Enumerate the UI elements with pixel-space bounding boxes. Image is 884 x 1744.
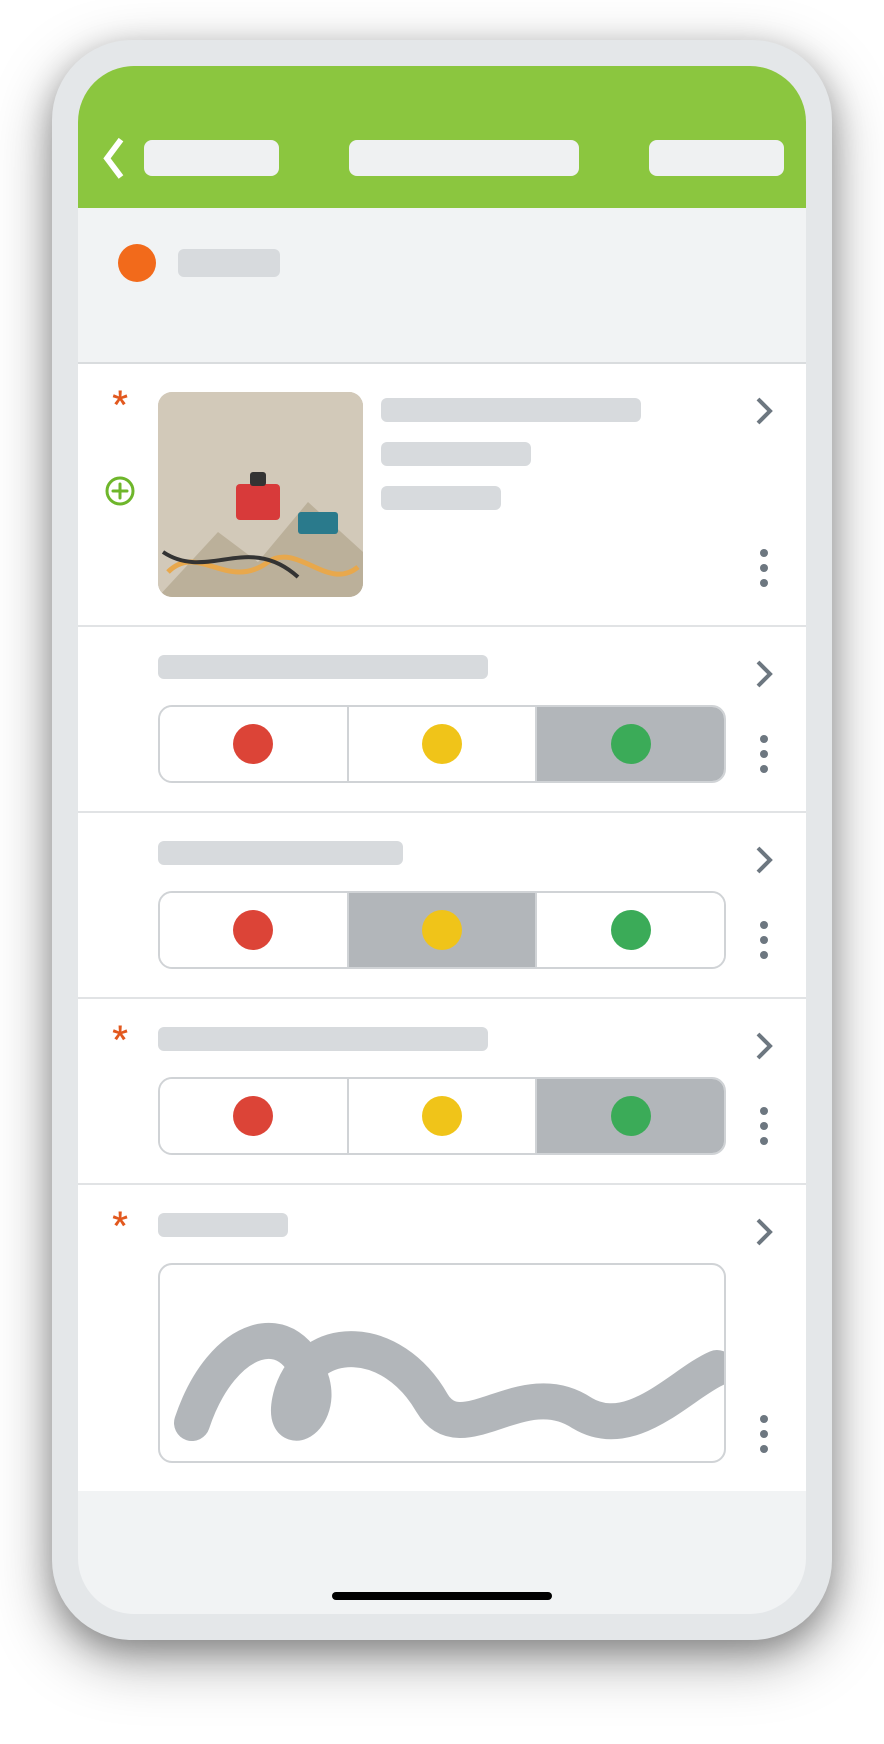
- yellow-dot-icon: [422, 910, 462, 950]
- more-actions-button[interactable]: [760, 921, 768, 959]
- question-label: [158, 655, 488, 679]
- red-dot-icon: [233, 1096, 273, 1136]
- chevron-right-icon: [755, 845, 773, 875]
- form-item-traffic: *: [78, 999, 806, 1185]
- app-header: [78, 66, 806, 208]
- chevron-right-icon: [755, 659, 773, 689]
- traffic-light-selector: [158, 891, 726, 969]
- kebab-dot-icon: [760, 921, 768, 929]
- yellow-dot-icon: [422, 1096, 462, 1136]
- item-gutter: *: [100, 392, 140, 506]
- item-side-actions: [744, 655, 784, 783]
- more-actions-button[interactable]: [760, 549, 768, 587]
- option-green[interactable]: [537, 707, 724, 781]
- chevron-right-icon: [755, 1217, 773, 1247]
- item-side-actions: [744, 392, 784, 597]
- kebab-dot-icon: [760, 951, 768, 959]
- form-item-traffic: [78, 813, 806, 999]
- more-actions-button[interactable]: [760, 735, 768, 773]
- green-dot-icon: [611, 724, 651, 764]
- green-dot-icon: [611, 910, 651, 950]
- kebab-dot-icon: [760, 936, 768, 944]
- item-side-actions: [744, 1027, 784, 1155]
- chevron-left-icon: [100, 135, 128, 182]
- kebab-dot-icon: [760, 765, 768, 773]
- item-gutter: [100, 841, 140, 969]
- signature-label: [158, 1213, 288, 1237]
- red-dot-icon: [233, 724, 273, 764]
- item-gutter: [100, 655, 140, 783]
- chevron-right-icon: [755, 1031, 773, 1061]
- header-left-label[interactable]: [144, 140, 279, 176]
- yellow-dot-icon: [422, 724, 462, 764]
- option-red[interactable]: [160, 707, 349, 781]
- option-yellow[interactable]: [349, 1079, 538, 1153]
- kebab-dot-icon: [760, 549, 768, 557]
- chevron-right-icon: [755, 396, 773, 426]
- expand-button[interactable]: [755, 1217, 773, 1251]
- green-dot-icon: [611, 1096, 651, 1136]
- status-indicator-icon: [118, 244, 156, 282]
- photo-placeholder-icon: [158, 392, 363, 597]
- item-subtitle: [381, 442, 531, 466]
- signature-stroke-icon: [160, 1273, 724, 1453]
- phone-frame: *: [52, 40, 832, 1640]
- expand-button[interactable]: [755, 396, 773, 430]
- item-detail: [381, 486, 501, 510]
- traffic-light-selector: [158, 705, 726, 783]
- kebab-dot-icon: [760, 735, 768, 743]
- expand-button[interactable]: [755, 659, 773, 693]
- form-item-signature: *: [78, 1185, 806, 1491]
- signature-pad[interactable]: [158, 1263, 726, 1463]
- option-yellow[interactable]: [349, 893, 538, 967]
- item-title: [381, 398, 641, 422]
- option-yellow[interactable]: [349, 707, 538, 781]
- option-red[interactable]: [160, 1079, 349, 1153]
- more-actions-button[interactable]: [760, 1415, 768, 1453]
- more-actions-button[interactable]: [760, 1107, 768, 1145]
- header-right-action[interactable]: [649, 140, 784, 176]
- required-icon: *: [112, 392, 127, 416]
- photo-thumbnail[interactable]: [158, 392, 363, 597]
- status-label: [178, 249, 280, 277]
- kebab-dot-icon: [760, 1122, 768, 1130]
- kebab-dot-icon: [760, 1445, 768, 1453]
- form-status-row: [78, 208, 806, 364]
- item-meta: [381, 392, 726, 510]
- home-indicator[interactable]: [332, 1592, 552, 1600]
- question-label: [158, 841, 403, 865]
- kebab-dot-icon: [760, 1137, 768, 1145]
- option-green[interactable]: [537, 1079, 724, 1153]
- kebab-dot-icon: [760, 750, 768, 758]
- item-gutter: *: [100, 1213, 140, 1463]
- scroll-content[interactable]: *: [78, 66, 806, 1614]
- kebab-dot-icon: [760, 564, 768, 572]
- required-icon: *: [112, 1027, 127, 1051]
- expand-button[interactable]: [755, 1031, 773, 1065]
- header-title: [349, 140, 579, 176]
- kebab-dot-icon: [760, 579, 768, 587]
- red-dot-icon: [233, 910, 273, 950]
- item-side-actions: [744, 1213, 784, 1463]
- traffic-light-selector: [158, 1077, 726, 1155]
- item-side-actions: [744, 841, 784, 969]
- item-gutter: *: [100, 1027, 140, 1155]
- kebab-dot-icon: [760, 1430, 768, 1438]
- kebab-dot-icon: [760, 1107, 768, 1115]
- plus-circle-icon: [105, 476, 135, 506]
- question-label: [158, 1027, 488, 1051]
- form-item-traffic: [78, 627, 806, 813]
- option-green[interactable]: [537, 893, 724, 967]
- required-icon: *: [112, 1213, 127, 1237]
- kebab-dot-icon: [760, 1415, 768, 1423]
- screen: *: [78, 66, 806, 1614]
- add-photo-button[interactable]: [105, 476, 135, 506]
- form-item-photo: *: [78, 364, 806, 627]
- expand-button[interactable]: [755, 845, 773, 879]
- back-button[interactable]: [100, 138, 128, 178]
- option-red[interactable]: [160, 893, 349, 967]
